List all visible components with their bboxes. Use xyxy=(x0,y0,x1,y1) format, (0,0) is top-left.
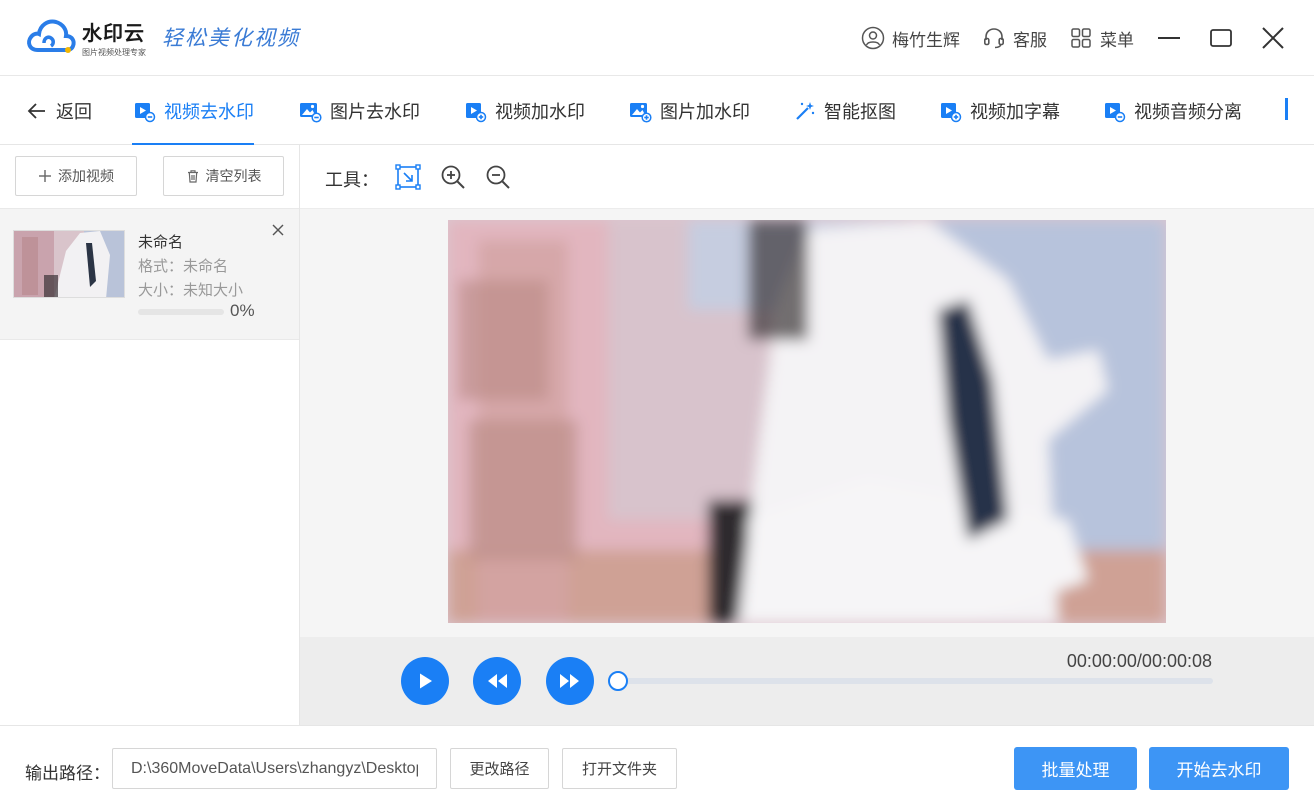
open-folder-button[interactable]: 打开文件夹 xyxy=(562,748,677,789)
tab-video-add-watermark[interactable]: 视频加水印 xyxy=(463,76,585,145)
remove-file-icon[interactable] xyxy=(270,222,286,238)
tab-video-subtitles[interactable]: 视频加字幕 xyxy=(938,76,1060,145)
headset-icon xyxy=(983,28,1005,49)
function-tabs: 返回 视频去水印 图片去水印 视频加水印 图片加水印 智能抠图 视频加字幕 视频… xyxy=(0,76,1314,145)
add-video-label: 添加视频 xyxy=(58,168,114,184)
title-actions: 梅竹生辉 客服 菜单 xyxy=(861,0,1314,76)
video-add-icon xyxy=(466,102,487,122)
zoom-in-icon xyxy=(441,165,465,189)
back-button[interactable]: 返回 xyxy=(26,76,92,145)
menu-label: 菜单 xyxy=(1100,30,1134,50)
tab-smart-cutout[interactable]: 智能抠图 xyxy=(794,76,896,145)
add-video-button[interactable]: 添加视频 xyxy=(15,156,137,196)
fast-forward-button[interactable] xyxy=(546,657,594,705)
tab-video-watermark-removal[interactable]: 视频去水印 xyxy=(132,76,254,145)
brand-name: 水印云 xyxy=(82,23,145,45)
customer-service-button[interactable]: 客服 xyxy=(982,26,1047,51)
play-button[interactable] xyxy=(401,657,449,705)
plus-icon xyxy=(39,170,51,182)
rewind-icon xyxy=(488,674,507,688)
tab-image-watermark-removal[interactable]: 图片去水印 xyxy=(298,76,420,145)
tool-bar: 工具： xyxy=(300,145,1314,209)
trash-icon xyxy=(187,170,198,183)
file-progress-bar xyxy=(138,309,224,315)
player-controls: 00:00:00/00:00:08 xyxy=(300,637,1314,725)
title-bar: 水印云 图片视频处理专家 轻松美化视频 梅竹生辉 客服 菜单 xyxy=(0,0,1314,76)
minimize-icon xyxy=(1158,37,1180,39)
clear-list-button[interactable]: 清空列表 xyxy=(163,156,284,196)
maximize-button[interactable] xyxy=(1208,25,1234,51)
minimize-button[interactable] xyxy=(1156,25,1182,51)
start-removal-button[interactable]: 开始去水印 xyxy=(1149,747,1289,790)
clear-list-label: 清空列表 xyxy=(205,168,262,184)
video-audio-icon xyxy=(1105,102,1126,122)
menu-button[interactable]: 菜单 xyxy=(1069,26,1134,51)
arrow-left-icon xyxy=(27,102,45,119)
zoom-out-icon xyxy=(486,165,510,189)
video-remove-icon xyxy=(135,102,156,122)
tab-label: 图片加水印 xyxy=(660,101,750,122)
seek-bar[interactable] xyxy=(618,678,1213,684)
file-size: 大小：未知大小 xyxy=(138,282,244,299)
fast-forward-icon xyxy=(560,674,579,688)
close-icon xyxy=(1262,27,1284,49)
tab-label: 图片去水印 xyxy=(330,101,420,122)
tools-label: 工具： xyxy=(325,170,379,190)
image-add-icon xyxy=(630,102,652,123)
output-bar: 输出路径： 更改路径 打开文件夹 批量处理 开始去水印 xyxy=(0,725,1314,810)
change-path-button[interactable]: 更改路径 xyxy=(450,748,549,789)
select-region-button[interactable] xyxy=(394,163,422,191)
zoom-out-button[interactable] xyxy=(484,163,512,191)
close-window-button[interactable] xyxy=(1260,25,1286,51)
brand-subtitle: 图片视频处理专家 xyxy=(82,48,146,57)
tab-label: 视频音频分离 xyxy=(1134,101,1242,122)
video-preview[interactable] xyxy=(448,220,1166,623)
thumbnail-image xyxy=(14,231,124,297)
service-label: 客服 xyxy=(1013,30,1047,50)
file-list-item[interactable]: 未命名 格式：未命名 大小：未知大小 0% xyxy=(0,208,299,340)
tab-label: 智能抠图 xyxy=(824,101,896,122)
zoom-in-button[interactable] xyxy=(439,163,467,191)
back-label: 返回 xyxy=(56,101,92,122)
user-account[interactable]: 梅竹生辉 xyxy=(861,26,960,51)
select-region-icon xyxy=(395,164,421,190)
tab-image-add-watermark[interactable]: 图片加水印 xyxy=(628,76,750,145)
tab-label: 视频去水印 xyxy=(164,101,254,122)
seek-handle[interactable] xyxy=(608,671,628,691)
play-icon xyxy=(420,673,432,689)
nav-scroll-edge xyxy=(1285,98,1288,120)
batch-process-button[interactable]: 批量处理 xyxy=(1014,747,1137,790)
cloud-logo-icon xyxy=(27,19,76,53)
grid-menu-icon xyxy=(1071,28,1091,48)
work-area: 工具： 00:00:00/00:00:08 xyxy=(300,145,1314,725)
image-remove-icon xyxy=(300,102,322,123)
video-subtitle-icon xyxy=(941,102,962,122)
slogan: 轻松美化视频 xyxy=(162,26,300,50)
file-name: 未命名 xyxy=(138,234,184,251)
tab-label: 视频加字幕 xyxy=(970,101,1060,122)
output-path-label: 输出路径： xyxy=(25,764,110,783)
rewind-button[interactable] xyxy=(473,657,521,705)
magic-wand-icon xyxy=(796,101,815,120)
user-icon xyxy=(861,26,885,50)
file-progress-label: 0% xyxy=(230,301,255,320)
brand: 水印云 图片视频处理专家 xyxy=(82,17,146,58)
output-path-input[interactable] xyxy=(112,748,437,789)
tab-video-audio-separation[interactable]: 视频音频分离 xyxy=(1102,76,1242,145)
tab-label: 视频加水印 xyxy=(495,101,585,122)
file-list-panel: 添加视频 清空列表 未命名 格式：未命名 大小：未知大小 0% xyxy=(0,145,300,725)
user-name: 梅竹生辉 xyxy=(892,30,960,50)
maximize-icon xyxy=(1210,29,1232,47)
timecode: 00:00:00/00:00:08 xyxy=(1066,651,1212,671)
file-format: 格式：未命名 xyxy=(138,258,229,275)
video-frame-image xyxy=(448,220,1166,623)
video-thumbnail xyxy=(13,230,125,298)
